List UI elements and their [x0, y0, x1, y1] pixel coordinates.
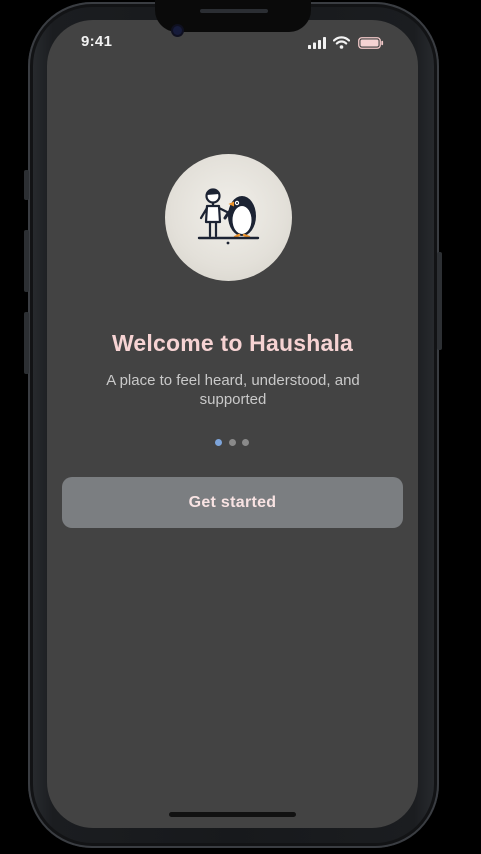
battery-icon [358, 37, 384, 49]
volume-up-button [24, 230, 29, 292]
page-dot[interactable] [242, 439, 249, 446]
power-button [437, 252, 442, 350]
child-and-penguin-icon [197, 188, 260, 245]
app-logo [165, 154, 292, 281]
app-screen [47, 20, 418, 828]
page-dot[interactable] [229, 439, 236, 446]
front-camera [173, 26, 182, 35]
volume-down-button [24, 312, 29, 374]
welcome-title: Welcome to Haushala [111, 330, 354, 356]
wifi-icon [333, 36, 350, 49]
page-dot-active[interactable] [215, 439, 222, 446]
signal-icon [308, 37, 326, 49]
home-indicator[interactable] [169, 812, 296, 817]
get-started-button[interactable]: Get started [62, 477, 403, 528]
earpiece-speaker [200, 9, 268, 13]
status-time: 9:41 [81, 33, 113, 50]
welcome-subtitle: A place to feel heard, understood, and s… [106, 372, 360, 408]
silent-switch [24, 170, 29, 200]
